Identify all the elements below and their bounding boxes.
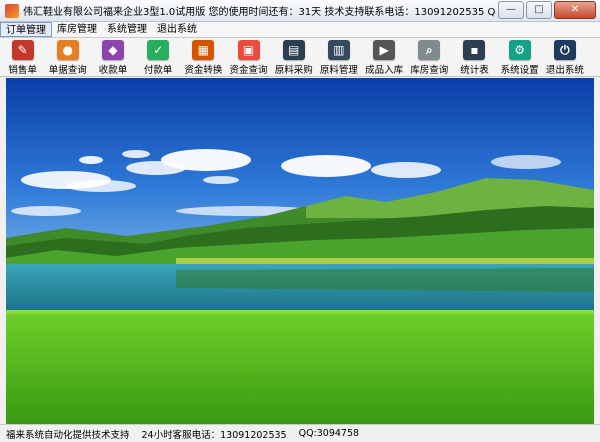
receipt-icon: ◆ xyxy=(101,40,124,60)
toolbar-button-12[interactable]: ⏻ 退出系统 xyxy=(542,38,587,76)
toolbar-button-label: 资金查询 xyxy=(229,65,268,76)
fund-query-icon: ▣ xyxy=(237,40,260,60)
menu-system-management[interactable]: 系统管理 xyxy=(102,22,152,37)
status-phone-text: 24小时客服电话：13091202535 xyxy=(141,429,287,441)
toolbar-button-label: 库房查询 xyxy=(410,65,449,76)
toolbar-button-1[interactable]: ● 单据查询 xyxy=(45,38,90,76)
menu-exit-system[interactable]: 退出系统 xyxy=(152,22,202,37)
settings-icon: ⚙ xyxy=(508,40,531,60)
background-landscape-image xyxy=(6,78,594,424)
sales-order-icon: ✎ xyxy=(11,40,34,60)
material-manage-icon: ▥ xyxy=(327,40,350,60)
toolbar-button-label: 原料管理 xyxy=(319,65,358,76)
toolbar-button-7[interactable]: ▥ 原料管理 xyxy=(316,38,361,76)
minimize-button[interactable]: — xyxy=(498,0,524,19)
warehouse-query-icon: ⌕ xyxy=(418,40,441,60)
menu-warehouse-management[interactable]: 库房管理 xyxy=(52,22,102,37)
toolbar-button-11[interactable]: ⚙ 系统设置 xyxy=(497,38,542,76)
maximize-button[interactable]: □ xyxy=(526,0,552,19)
statistics-icon: ▪ xyxy=(463,40,486,60)
toolbar-button-label: 收款单 xyxy=(98,65,128,76)
toolbar-button-label: 单据查询 xyxy=(48,65,87,76)
fund-transfer-icon: ▦ xyxy=(192,40,215,60)
title-bar: 伟汇鞋业有限公司福来企业3型1.0试用版 您的使用时间还有：31天 技术支持联系… xyxy=(0,0,600,22)
app-logo-icon xyxy=(5,3,19,18)
toolbar-button-label: 资金转换 xyxy=(184,65,223,76)
document-query-icon: ● xyxy=(56,40,79,60)
toolbar-button-label: 退出系统 xyxy=(545,65,584,76)
toolbar-button-label: 统计表 xyxy=(460,65,489,76)
window-title: 伟汇鞋业有限公司福来企业3型1.0试用版 您的使用时间还有：31天 技术支持联系… xyxy=(23,7,496,18)
material-purchase-icon: ▤ xyxy=(282,40,305,60)
toolbar-button-label: 原料采购 xyxy=(274,65,313,76)
payment-icon: ✓ xyxy=(147,40,170,60)
menu-bar: 订单管理 库房管理 系统管理 退出系统 xyxy=(0,22,600,38)
toolbar-button-label: 付款单 xyxy=(143,65,173,76)
toolbar-button-6[interactable]: ▤ 原料采购 xyxy=(271,38,316,76)
window-controls: — □ ✕ xyxy=(496,0,596,21)
close-button[interactable]: ✕ xyxy=(554,0,596,19)
toolbar-button-10[interactable]: ▪ 统计表 xyxy=(452,38,497,76)
product-stock-in-icon: ▶ xyxy=(373,40,396,60)
status-qq-text: QQ:3094758 xyxy=(298,428,360,439)
menu-order-management[interactable]: 订单管理 xyxy=(0,22,52,37)
toolbar-button-label: 销售单 xyxy=(8,65,37,76)
toolbar-button-9[interactable]: ⌕ 库房查询 xyxy=(407,38,452,76)
toolbar-button-label: 成品入库 xyxy=(365,65,404,76)
exit-icon: ⏻ xyxy=(553,40,576,60)
toolbar-button-8[interactable]: ▶ 成品入库 xyxy=(362,38,407,76)
status-support-text: 福来系统自动化提供技术支持 xyxy=(6,429,130,441)
toolbar-button-2[interactable]: ◆ 收款单 xyxy=(90,38,135,76)
status-bar: 福来系统自动化提供技术支持 24小时客服电话：13091202535 QQ:30… xyxy=(0,424,600,442)
toolbar-button-0[interactable]: ✎ 销售单 xyxy=(0,38,45,76)
toolbar: ✎ 销售单 ● 单据查询 ◆ 收款单 ✓ 付款单 ▦ 资金转换 ▣ 资金查询 ▤ 原料采购 ▥ 原料管理 ▶ 成品… xyxy=(0,38,600,77)
toolbar-button-label: 系统设置 xyxy=(500,65,539,76)
toolbar-button-3[interactable]: ✓ 付款单 xyxy=(136,38,181,76)
toolbar-button-4[interactable]: ▦ 资金转换 xyxy=(181,38,226,76)
toolbar-button-5[interactable]: ▣ 资金查询 xyxy=(226,38,271,76)
